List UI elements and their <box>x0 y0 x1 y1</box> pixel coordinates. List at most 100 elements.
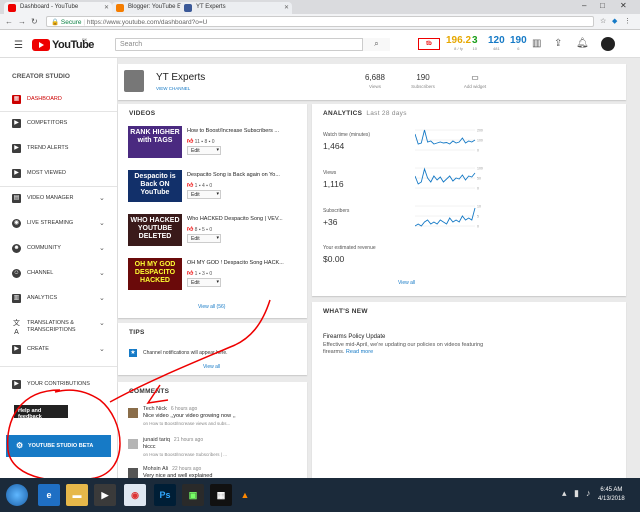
search-input[interactable]: Search <box>115 38 390 51</box>
sidebar-item-analytics[interactable]: ▥ ANALYTICS ⌄ <box>0 294 118 306</box>
youtube-logo-text[interactable]: YouTube <box>52 39 94 51</box>
app-icon[interactable]: ▦ <box>210 484 232 506</box>
whats-new-title: WHAT'S NEW <box>323 308 368 315</box>
youtube-logo-icon[interactable] <box>32 39 50 51</box>
edit-button[interactable]: Edit ▾ <box>187 190 221 199</box>
app-icon[interactable]: ▣ <box>182 484 204 506</box>
comment-video-link[interactable]: on How to Boost/Increase Subscribers | .… <box>143 452 293 457</box>
sidebar-item-trend-alerts[interactable]: ▶ TREND ALERTS <box>0 144 118 156</box>
star-icon[interactable]: ☆ <box>600 17 606 25</box>
tray-arrow-icon[interactable]: ▴ <box>562 488 567 499</box>
metric-views[interactable]: Views 1,116 100 50 0 <box>323 167 623 191</box>
tubebuddy-badge[interactable]: tb <box>418 38 440 50</box>
chevron-down-icon[interactable]: ⌄ <box>99 294 105 302</box>
reload-icon[interactable]: ↻ <box>31 17 38 26</box>
chrome-icon[interactable]: ◉ <box>124 484 146 506</box>
windows-start-icon[interactable] <box>6 484 28 506</box>
commenter-name[interactable]: Mohsin Ali <box>143 466 168 472</box>
taskbar-clock[interactable]: 6:45 AM 4/13/2018 <box>598 486 625 504</box>
close-tab-icon[interactable]: ✕ <box>104 4 109 11</box>
internet-explorer-icon[interactable]: e <box>38 484 60 506</box>
maximize-icon[interactable]: □ <box>600 1 605 10</box>
video-row[interactable]: WHO HACKED YOUTUBE DELETED Who HACKED De… <box>128 214 303 254</box>
comment-row[interactable]: Tech Nick 6 hours ago Nice video ,,your v… <box>128 406 303 436</box>
chevron-down-icon[interactable]: ⌄ <box>99 345 105 353</box>
vlc-icon[interactable]: ▲ <box>234 484 256 506</box>
media-player-icon[interactable]: ▶ <box>94 484 116 506</box>
sidebar-item-contributions[interactable]: ▶ YOUR CONTRIBUTIONS <box>0 380 118 392</box>
metric-watch-time[interactable]: Watch time (minutes) 1,464 200 100 0 <box>323 129 623 153</box>
news-headline[interactable]: Firearms Policy Update <box>323 334 385 340</box>
account-avatar[interactable] <box>601 37 615 51</box>
sidebar-item-video-manager[interactable]: ▤ VIDEO MANAGER ⌄ <box>0 194 118 206</box>
sidebar-item-competitors[interactable]: ▶ COMPETITORS <box>0 119 118 131</box>
comment-video-link[interactable]: on How to Boost/Increase views and subs.… <box>143 421 293 426</box>
commenter-avatar[interactable] <box>128 468 138 478</box>
analytics-view-all-link[interactable]: View all <box>398 280 415 286</box>
sidebar-item-translations[interactable]: 文A TRANSLATIONS & TRANSCRIPTIONS ⌄ <box>0 319 118 336</box>
commenter-avatar[interactable] <box>128 408 138 418</box>
chevron-down-icon[interactable]: ⌄ <box>99 219 105 227</box>
close-window-icon[interactable]: ✕ <box>620 1 627 10</box>
commenter-avatar[interactable] <box>128 439 138 449</box>
channel-avatar[interactable] <box>124 70 144 92</box>
metric-subscribers[interactable]: Subscribers +36 10 5 0 <box>323 205 623 229</box>
video-row[interactable]: Despacito is Back ON YouTube Despacito S… <box>128 170 303 210</box>
volume-icon[interactable]: ♪ <box>586 488 591 498</box>
bar-chart-icon[interactable]: ▥ <box>532 38 541 49</box>
notifications-bell-icon[interactable]: 🔔︎ <box>576 38 589 49</box>
minimize-icon[interactable]: – <box>582 1 586 10</box>
commenter-name[interactable]: junaid tariq <box>143 437 170 443</box>
close-tab-icon[interactable]: ✕ <box>284 4 289 11</box>
video-row[interactable]: RANK HIGHER with TAGS How to Boost/Incre… <box>128 126 303 166</box>
file-explorer-icon[interactable]: ▬ <box>66 484 88 506</box>
sidebar-item-dashboard[interactable]: ▦ DASHBOARD <box>0 95 118 107</box>
video-title[interactable]: Despacito Song is Back again on Yo... <box>187 172 303 178</box>
sidebar-item-community[interactable]: ☻ COMMUNITY ⌄ <box>0 244 118 256</box>
edit-button[interactable]: Edit ▾ <box>187 234 221 243</box>
extension-icon[interactable]: ◆ <box>612 17 617 25</box>
video-title[interactable]: Who HACKED Despacito Song | VEV... <box>187 216 303 222</box>
help-and-feedback-button[interactable]: Help and feedback <box>14 405 68 420</box>
add-widget-button[interactable]: ▭ Add widget <box>458 73 492 89</box>
channel-summary-card: YT Experts VIEW CHANNEL 6,688 Views 190 … <box>118 64 626 100</box>
tips-view-all-link[interactable]: View all <box>203 364 220 370</box>
chevron-down-icon[interactable]: ⌄ <box>99 319 105 327</box>
youtube-studio-beta-button[interactable]: ⚙ YOUTUBE STUDIO BETA <box>6 435 111 457</box>
video-thumbnail[interactable]: OH MY GOD DESPACITO HACKED <box>128 258 182 290</box>
video-thumbnail[interactable]: WHO HACKED YOUTUBE DELETED <box>128 214 182 246</box>
photoshop-icon[interactable]: Ps <box>154 484 176 506</box>
video-thumbnail[interactable]: RANK HIGHER with TAGS <box>128 126 182 158</box>
tab-yt-experts[interactable]: YT Experts ✕ <box>180 2 292 14</box>
network-icon[interactable]: ▮ <box>574 488 579 499</box>
chevron-down-icon[interactable]: ⌄ <box>99 194 105 202</box>
video-row[interactable]: OH MY GOD DESPACITO HACKED OH MY GOD ! D… <box>128 258 303 298</box>
upload-icon[interactable]: ⇪ <box>554 38 562 49</box>
video-thumbnail[interactable]: Despacito is Back ON YouTube <box>128 170 182 202</box>
search-button[interactable]: ⌕ <box>362 38 390 51</box>
sidebar-item-most-viewed[interactable]: ▶ MOST VIEWED <box>0 169 118 181</box>
video-title[interactable]: OH MY GOD ! Despacito Song HACK... <box>187 260 303 266</box>
commenter-name[interactable]: Tech Nick <box>143 406 167 412</box>
chevron-down-icon[interactable]: ⌄ <box>99 269 105 277</box>
forward-icon[interactable]: → <box>18 17 26 26</box>
comment-row[interactable]: junaid tariq 21 hours ago hiccc on How to… <box>128 437 303 467</box>
video-title[interactable]: How to Boost/Increase Subscribers ... <box>187 128 303 134</box>
videos-card: VIDEOS RANK HIGHER with TAGS How to Boos… <box>118 104 307 318</box>
sidebar-item-live-streaming[interactable]: ◉ LIVE STREAMING ⌄ <box>0 219 118 231</box>
sidebar-item-channel[interactable]: ☺ CHANNEL ⌄ <box>0 269 118 281</box>
tab-dashboard[interactable]: Dashboard - YouTube ✕ <box>4 2 112 14</box>
edit-button[interactable]: Edit ▾ <box>187 146 221 155</box>
edit-button[interactable]: Edit ▾ <box>187 278 221 287</box>
url-bar[interactable]: 🔒 Secure | https://www.youtube.com/dashb… <box>46 16 594 27</box>
sidebar-item-create[interactable]: ▶ CREATE ⌄ <box>0 345 118 357</box>
chevron-down-icon[interactable]: ⌄ <box>99 244 105 252</box>
metric-revenue[interactable]: Your estimated revenue $0.00 <box>323 245 623 264</box>
menu-dots-icon[interactable]: ⋮ <box>624 17 631 25</box>
back-icon[interactable]: ← <box>5 17 13 26</box>
read-more-link[interactable]: Read more <box>346 349 373 355</box>
hamburger-menu-icon[interactable]: ☰ <box>14 40 23 51</box>
view-channel-link[interactable]: VIEW CHANNEL <box>156 86 190 91</box>
videos-view-all-link[interactable]: View all (56) <box>198 304 225 310</box>
comment-text: hiccc <box>143 444 156 450</box>
